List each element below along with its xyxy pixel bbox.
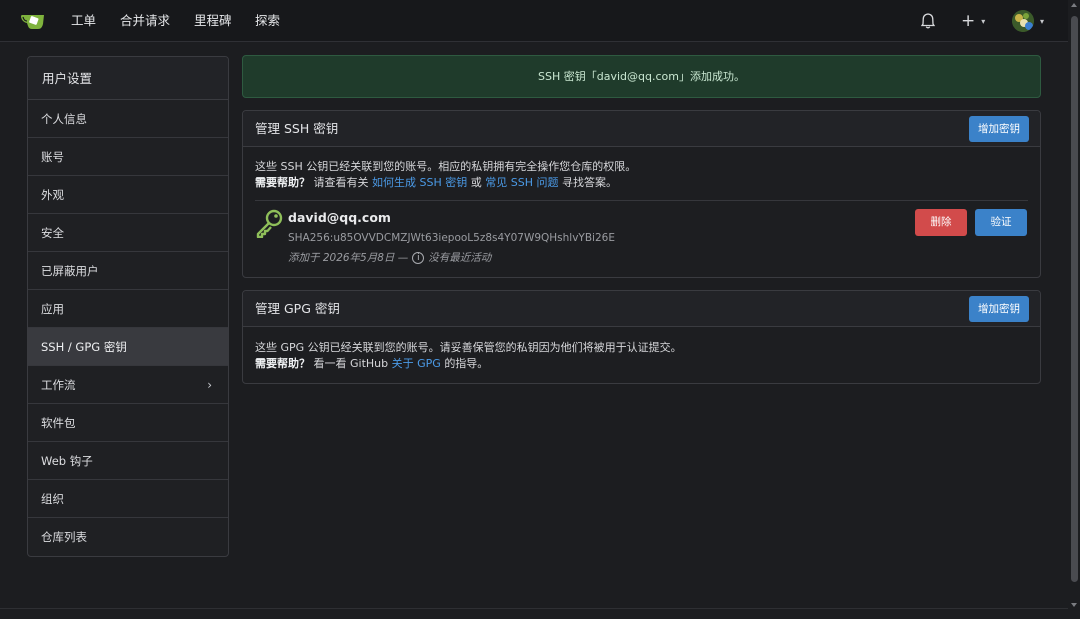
help-label: 需要帮助？: [255, 176, 310, 189]
key-icon: [254, 208, 284, 241]
plus-icon: +: [961, 11, 976, 31]
footer-divider: [0, 608, 1068, 609]
sidebar-item-label: 账号: [41, 150, 64, 164]
sidebar-item-label: 已屏蔽用户: [41, 264, 99, 278]
chevron-down-icon: ▾: [1040, 16, 1045, 26]
scroll-up-arrow-icon[interactable]: [1071, 3, 1077, 7]
ssh-key-activity: 没有最近活动: [428, 252, 492, 264]
sidebar-item-label: 工作流: [41, 378, 76, 392]
page-scrollbar[interactable]: [1068, 0, 1080, 619]
ssh-panel-title: 管理 SSH 密钥: [255, 121, 339, 136]
chevron-right-icon: ›: [207, 378, 212, 392]
common-ssh-problems-link[interactable]: 常见 SSH 问题: [485, 176, 558, 189]
sidebar-item-organizations[interactable]: 组织: [28, 480, 228, 518]
sidebar-item-label: Web 钩子: [41, 454, 93, 468]
verify-ssh-key-button[interactable]: 验证: [975, 209, 1027, 236]
info-icon: i: [412, 251, 425, 264]
user-menu-dropdown[interactable]: ▾: [1012, 0, 1044, 42]
notifications-bell-icon[interactable]: [921, 0, 935, 42]
chevron-down-icon: ▾: [981, 16, 986, 26]
sidebar-item-label: 仓库列表: [41, 530, 87, 544]
sidebar-item-packages[interactable]: 软件包: [28, 404, 228, 442]
ssh-key-name: david@qq.com: [288, 210, 391, 225]
ssh-key-fingerprint: SHA256:u85OVVDCMZJWt63iepooL5z8s4Y07W9QH…: [288, 232, 615, 244]
nav-pull-requests[interactable]: 合并请求: [120, 0, 170, 42]
avatar: [1012, 10, 1034, 32]
generate-ssh-key-link[interactable]: 如何生成 SSH 密钥: [372, 176, 467, 189]
sidebar-item-label: 组织: [41, 492, 64, 506]
sidebar-item-label: 软件包: [41, 416, 76, 430]
create-new-dropdown[interactable]: + ▾: [961, 0, 985, 42]
help-text: 或: [470, 176, 482, 189]
sidebar-item-label: SSH / GPG 密钥: [41, 340, 127, 354]
gitea-logo-icon[interactable]: [20, 11, 44, 31]
add-ssh-key-button[interactable]: 增加密钥: [969, 116, 1029, 142]
sidebar-item-label: 外观: [41, 188, 64, 202]
ssh-keys-panel: 管理 SSH 密钥 增加密钥 这些 SSH 公钥已经关联到您的账号。相应的私钥拥…: [242, 110, 1041, 278]
ssh-key-added-date: 添加于 2026年5月8日 —: [288, 252, 409, 264]
ssh-panel-header: 管理 SSH 密钥 增加密钥: [243, 111, 1040, 147]
add-gpg-key-button[interactable]: 增加密钥: [969, 296, 1029, 322]
sidebar-item-webhooks[interactable]: Web 钩子: [28, 442, 228, 480]
sidebar-item-account[interactable]: 账号: [28, 138, 228, 176]
nav-explore[interactable]: 探索: [255, 0, 280, 42]
nav-milestones[interactable]: 里程碑: [194, 0, 232, 42]
sidebar-item-label: 安全: [41, 226, 64, 240]
sidebar-item-profile[interactable]: 个人信息: [28, 100, 228, 138]
sidebar-item-label: 个人信息: [41, 112, 87, 126]
help-text: 请查看有关: [313, 176, 369, 189]
gpg-panel-title: 管理 GPG 密钥: [255, 301, 340, 316]
divider: [255, 200, 1028, 201]
ssh-description-line: 这些 SSH 公钥已经关联到您的账号。相应的私钥拥有完全操作您仓库的权限。: [255, 160, 637, 173]
help-text: 的指导。: [444, 357, 489, 370]
ssh-description: 这些 SSH 公钥已经关联到您的账号。相应的私钥拥有完全操作您仓库的权限。 需要…: [255, 159, 636, 191]
sidebar-item-actions[interactable]: 工作流 ›: [28, 366, 228, 404]
gpg-description: 这些 GPG 公钥已经关联到您的账号。请妥善保管您的私钥因为他们将被用于认证提交…: [255, 340, 682, 372]
sidebar-item-blocked-users[interactable]: 已屏蔽用户: [28, 252, 228, 290]
gpg-keys-panel: 管理 GPG 密钥 增加密钥 这些 GPG 公钥已经关联到您的账号。请妥善保管您…: [242, 290, 1041, 384]
about-gpg-link[interactable]: 关于 GPG: [392, 357, 441, 370]
scroll-down-arrow-icon[interactable]: [1071, 603, 1077, 607]
nav-issues[interactable]: 工单: [71, 0, 96, 42]
gpg-description-line: 这些 GPG 公钥已经关联到您的账号。请妥善保管您的私钥因为他们将被用于认证提交…: [255, 341, 682, 354]
delete-ssh-key-button[interactable]: 删除: [915, 209, 967, 236]
sidebar-item-repositories[interactable]: 仓库列表: [28, 518, 228, 556]
sidebar-item-ssh-gpg-keys[interactable]: SSH / GPG 密钥: [28, 328, 228, 366]
top-navbar: 工单 合并请求 里程碑 探索 + ▾ ▾: [0, 0, 1080, 42]
sidebar-item-applications[interactable]: 应用: [28, 290, 228, 328]
ssh-help-line: 需要帮助？ 请查看有关 如何生成 SSH 密钥 或 常见 SSH 问题 寻找答案…: [255, 175, 636, 191]
settings-sidebar: 用户设置 个人信息 账号 外观 安全 已屏蔽用户 应用 SSH / GPG 密钥…: [27, 56, 229, 557]
help-label: 需要帮助？: [255, 357, 310, 370]
help-text: 看一看 GitHub: [313, 357, 389, 370]
ssh-key-meta: 添加于 2026年5月8日 — i 没有最近活动: [288, 250, 491, 265]
sidebar-title: 用户设置: [28, 57, 228, 100]
sidebar-item-label: 应用: [41, 302, 64, 316]
help-text: 寻找答案。: [561, 176, 617, 189]
sidebar-item-security[interactable]: 安全: [28, 214, 228, 252]
gpg-panel-header: 管理 GPG 密钥 增加密钥: [243, 291, 1040, 327]
success-flash-message: SSH 密钥「david@qq.com」添加成功。: [242, 55, 1041, 98]
sidebar-item-appearance[interactable]: 外观: [28, 176, 228, 214]
scrollbar-thumb[interactable]: [1071, 16, 1078, 582]
gpg-help-line: 需要帮助？ 看一看 GitHub 关于 GPG 的指导。: [255, 356, 682, 372]
